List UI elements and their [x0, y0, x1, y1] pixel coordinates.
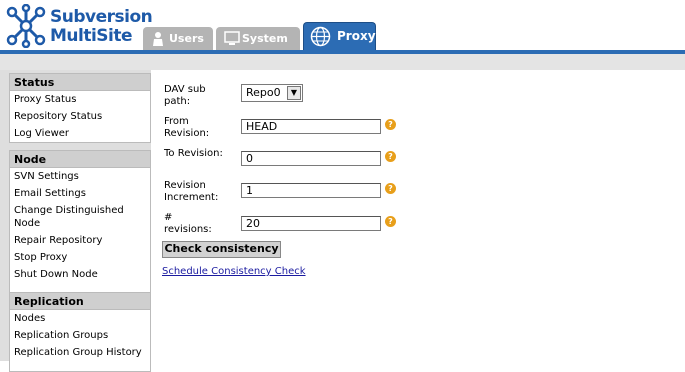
app-title-line1: Subversion	[50, 7, 153, 27]
num-revisions-label: # revisions:	[164, 212, 212, 235]
user-icon	[153, 32, 163, 46]
sidebar-item-repository-status[interactable]: Repository Status	[10, 110, 150, 123]
help-icon[interactable]: ?	[385, 119, 396, 130]
to-revision-label: To Revision:	[164, 148, 223, 159]
check-consistency-button[interactable]: Check consistency	[162, 241, 281, 258]
sidebar-section-status: Status Proxy Status Repository Status Lo…	[9, 73, 151, 143]
sidebar-item-shut-down-node[interactable]: Shut Down Node	[10, 268, 150, 281]
from-revision-label: From Revision:	[164, 116, 210, 139]
revision-increment-input[interactable]: 1	[241, 183, 381, 198]
help-icon[interactable]: ?	[385, 216, 396, 227]
sidebar-item-nodes[interactable]: Nodes	[10, 312, 150, 325]
toolbar-band	[0, 54, 685, 70]
sidebar-item-replication-groups[interactable]: Replication Groups	[10, 329, 150, 342]
app-title-line2: MultiSite	[50, 26, 133, 46]
main-content: DAV sub path: Repo0 ▼ From Revision: HEA…	[152, 70, 685, 361]
sidebar-section-replication: Replication Nodes Replication Groups Rep…	[9, 292, 151, 372]
sidebar-item-proxy-status[interactable]: Proxy Status	[10, 93, 150, 106]
sidebar-section-title: Replication	[10, 293, 150, 310]
tab-users-label: Users	[169, 32, 204, 45]
dropdown-arrow-icon[interactable]: ▼	[287, 86, 301, 100]
header: Subversion MultiSite Users System Proxy	[0, 0, 685, 54]
sidebar-item-stop-proxy[interactable]: Stop Proxy	[10, 251, 150, 264]
app-title: Subversion MultiSite	[50, 7, 153, 46]
revision-increment-label: Revision Increment:	[164, 180, 219, 203]
schedule-consistency-check-link[interactable]: Schedule Consistency Check	[162, 266, 306, 277]
tab-system[interactable]: System	[216, 27, 300, 50]
dav-sub-path-value: Repo0	[246, 86, 281, 99]
dav-sub-path-label: DAV sub path:	[164, 84, 206, 107]
tab-system-label: System	[242, 32, 288, 45]
app-logo[interactable]: Subversion MultiSite	[6, 4, 153, 48]
sidebar: Status Proxy Status Repository Status Lo…	[0, 70, 151, 372]
num-revisions-input[interactable]: 20	[241, 216, 381, 231]
sidebar-item-repair-repository[interactable]: Repair Repository	[10, 234, 150, 247]
sidebar-item-change-distinguished-node[interactable]: Change Distinguished Node	[10, 204, 150, 230]
dav-sub-path-select[interactable]: Repo0 ▼	[241, 84, 303, 102]
tab-proxy[interactable]: Proxy	[303, 22, 376, 50]
from-revision-input[interactable]: HEAD	[241, 119, 381, 134]
tab-users[interactable]: Users	[143, 27, 213, 50]
monitor-icon	[224, 31, 240, 45]
globe-icon	[310, 26, 331, 47]
sidebar-section-title: Node	[10, 151, 150, 168]
sidebar-item-email-settings[interactable]: Email Settings	[10, 187, 150, 200]
tab-proxy-label: Proxy	[337, 29, 376, 43]
sidebar-item-log-viewer[interactable]: Log Viewer	[10, 127, 150, 140]
to-revision-input[interactable]: 0	[241, 151, 381, 166]
network-logo-icon	[6, 4, 46, 48]
sidebar-item-svn-settings[interactable]: SVN Settings	[10, 170, 150, 183]
help-icon[interactable]: ?	[385, 151, 396, 162]
sidebar-item-replication-group-history[interactable]: Replication Group History	[10, 346, 150, 359]
sidebar-section-title: Status	[10, 74, 150, 91]
help-icon[interactable]: ?	[385, 183, 396, 194]
